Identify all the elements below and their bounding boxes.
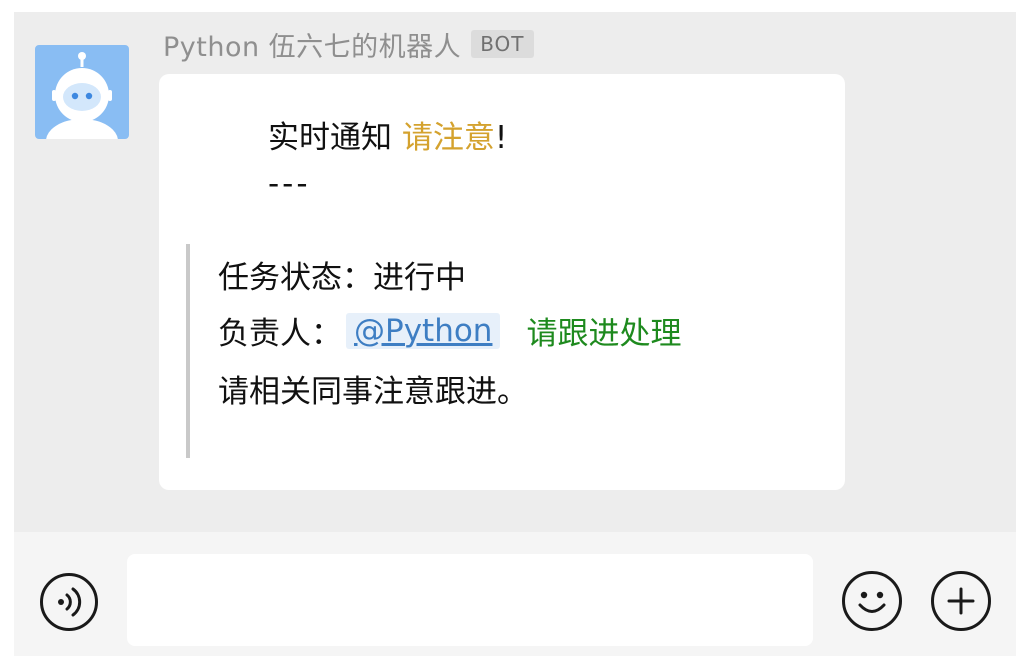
message-divider: ---: [268, 166, 311, 202]
bot-badge: BOT: [471, 30, 534, 58]
title-highlight: 请注意: [401, 120, 495, 156]
assignee-line: 负责人： @Python 请跟进处理: [218, 308, 681, 353]
title-exclamation: !: [494, 120, 508, 156]
emoji-icon: [858, 591, 886, 613]
emoji-button[interactable]: [842, 571, 902, 631]
message-input[interactable]: [127, 554, 813, 646]
chat-window: Python 伍六七的机器人 BOT 实时通知 请注意! --- 任务状态：进行…: [14, 12, 1016, 656]
input-bar: [14, 532, 1016, 656]
title-text: 实时通知: [268, 120, 402, 156]
more-button[interactable]: [931, 571, 991, 631]
voice-button[interactable]: [40, 573, 98, 631]
quote-block: 任务状态：进行中 负责人： @Python 请跟进处理 请相关同事注意跟进。: [186, 244, 810, 458]
sender-name: Python 伍六七的机器人: [163, 31, 462, 63]
message-bubble[interactable]: 实时通知 请注意! --- 任务状态：进行中 负责人： @Python 请跟进处…: [159, 74, 845, 490]
task-status-line: 任务状态：进行中: [218, 260, 466, 296]
follow-up-text: 请跟进处理: [526, 316, 682, 352]
message-list: Python 伍六七的机器人 BOT 实时通知 请注意! --- 任务状态：进行…: [14, 12, 1016, 532]
plus-icon: [947, 587, 975, 615]
voice-icon: [58, 587, 82, 617]
assignee-label: 负责人：: [218, 316, 342, 352]
message-title: 实时通知 请注意!: [268, 112, 507, 157]
sender-row: Python 伍六七的机器人 BOT: [163, 26, 534, 63]
mention-link[interactable]: @Python: [346, 312, 501, 349]
bot-avatar[interactable]: [35, 45, 129, 139]
notice-line: 请相关同事注意跟进。: [218, 374, 528, 410]
robot-icon: [46, 52, 118, 139]
